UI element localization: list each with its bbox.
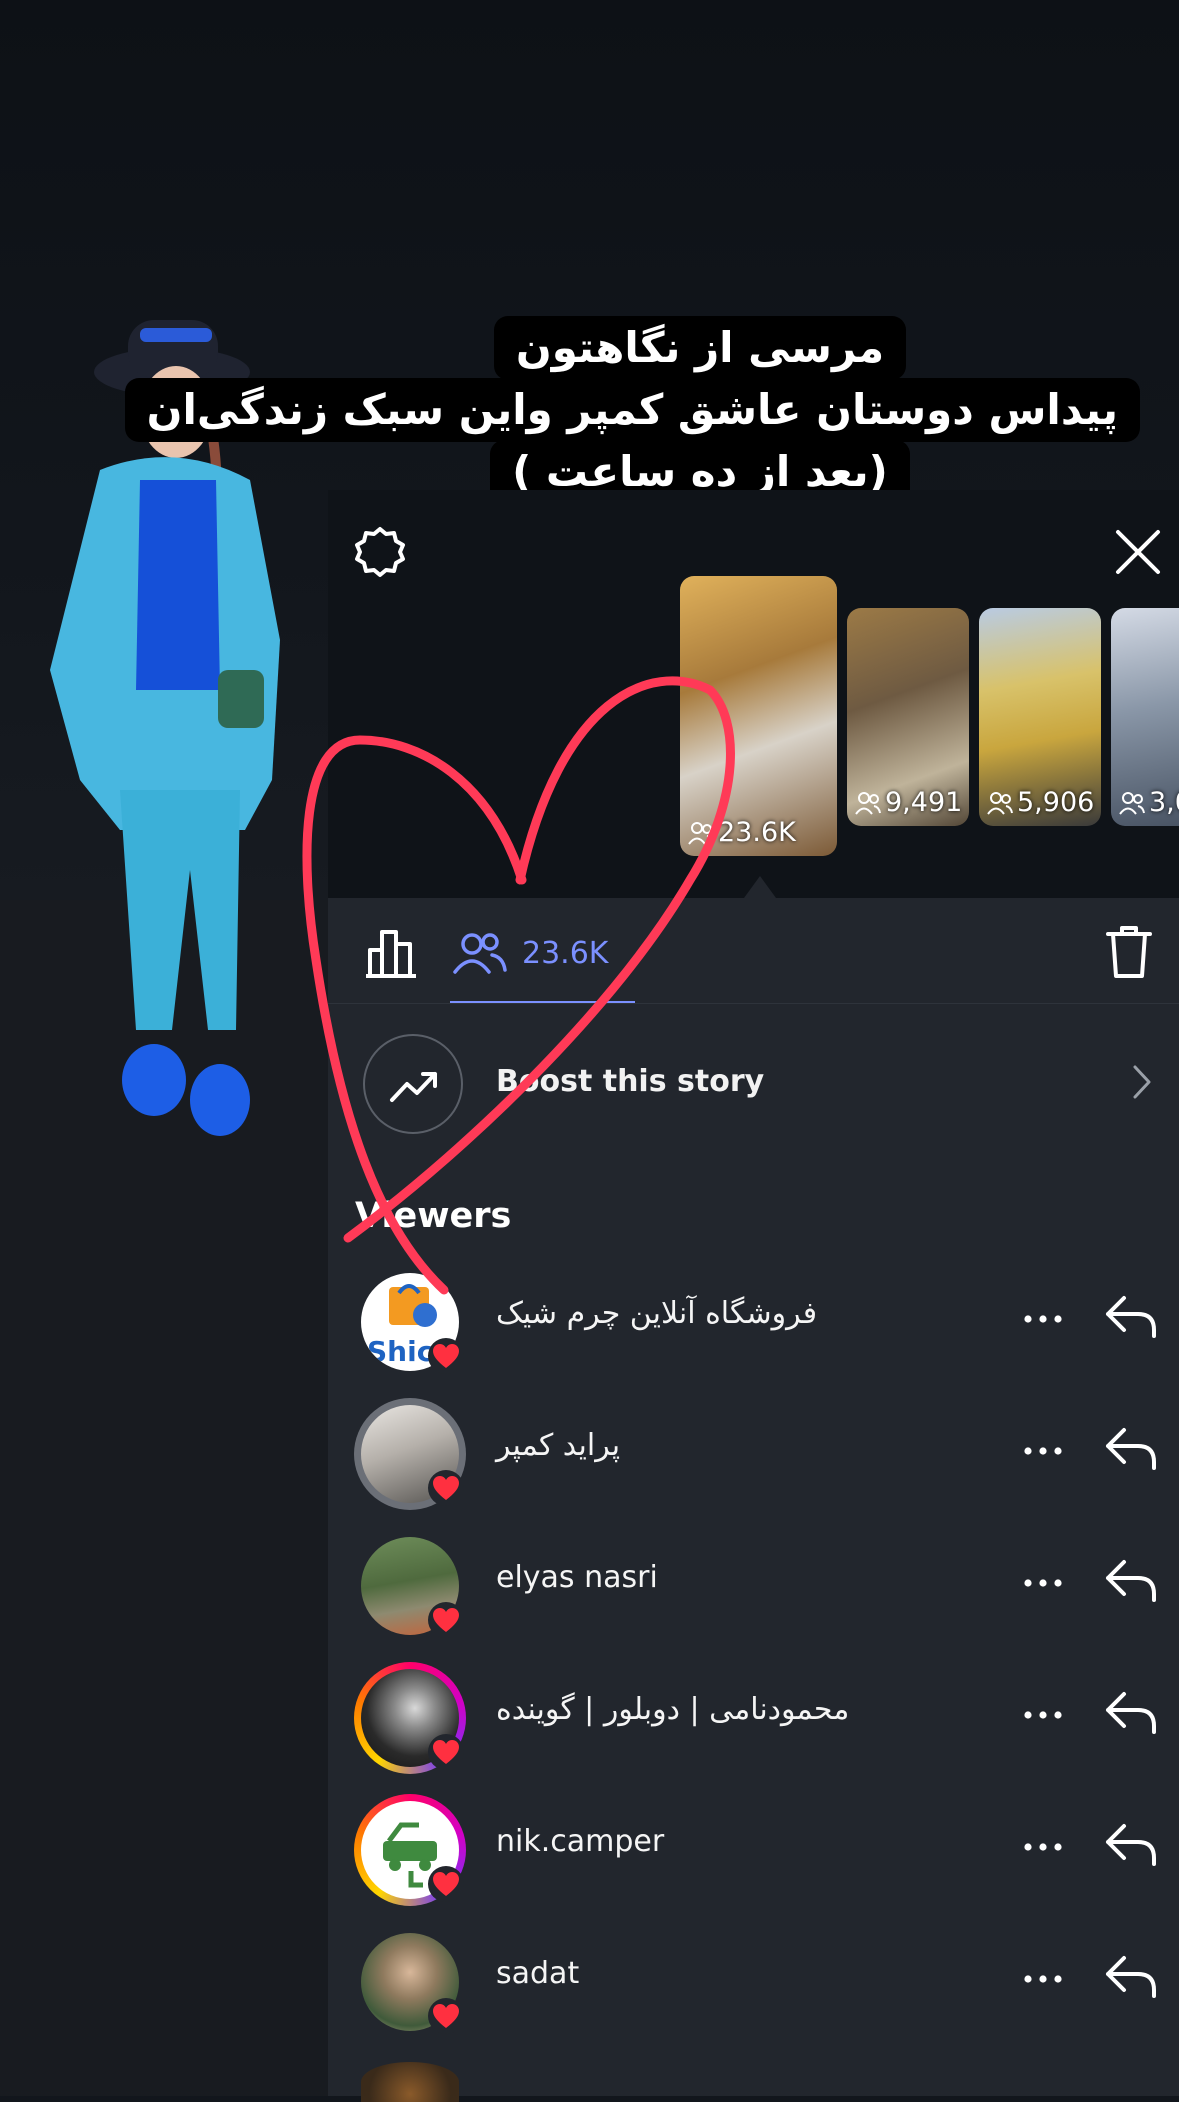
avatar-ring	[354, 1926, 466, 2038]
heart-icon	[433, 1872, 459, 1896]
reply-icon[interactable]	[1100, 1812, 1160, 1872]
viewer-name[interactable]: nik.camper	[496, 1824, 664, 1859]
avatar-text: Shic	[367, 1335, 433, 1368]
story-thumbnail-selected[interactable]: 23.6K	[680, 576, 837, 856]
people-icon	[453, 933, 507, 974]
avatar-partial	[361, 2062, 459, 2102]
boost-icon-circle	[363, 1034, 463, 1134]
story-caption: مرسی از نگاهتون پیداس دوستان عاشق کمپر و…	[124, 316, 1140, 504]
viewer-row[interactable]: پراید کمپر	[328, 1388, 1179, 1518]
settings-icon[interactable]	[352, 524, 408, 580]
like-badge	[428, 1998, 464, 2034]
reply-icon[interactable]	[1100, 1680, 1160, 1740]
boost-story-row[interactable]: Boost this story	[360, 1030, 1160, 1136]
close-icon[interactable]	[1110, 524, 1166, 580]
people-icon	[1119, 791, 1145, 815]
chevron-right-icon	[1133, 1065, 1151, 1099]
story-view-count: 3,0	[1119, 787, 1179, 818]
more-options-icon[interactable]	[1018, 1692, 1068, 1738]
viewer-name[interactable]: elyas nasri	[496, 1560, 658, 1595]
story-view-count: 23.6K	[688, 817, 796, 848]
caption-line-1: مرسی از نگاهتون	[493, 316, 907, 380]
viewer-row[interactable]: Shic فروشگاه آنلاین چرم شیک	[328, 1256, 1179, 1386]
viewer-row[interactable]: محمودنامی | دوبلور | گوینده	[328, 1652, 1179, 1782]
viewer-row[interactable]: sadat	[328, 1916, 1179, 2046]
caption-line-2: پیداس دوستان عاشق کمپر واین سبک زندگی‌ان	[124, 378, 1140, 442]
viewers-count: 23.6K	[522, 936, 609, 971]
heart-icon	[433, 2004, 459, 2028]
viewer-row[interactable]: elyas nasri	[328, 1520, 1179, 1650]
like-badge	[428, 1602, 464, 1638]
story-view-count-value: 5,906	[1017, 787, 1095, 818]
avatar-ring	[354, 1398, 466, 1510]
heart-icon	[433, 1740, 459, 1764]
story-thumbnail[interactable]: 3,0	[1111, 608, 1179, 826]
viewer-name[interactable]: محمودنامی | دوبلور | گوینده	[496, 1692, 849, 1727]
more-options-icon[interactable]	[1018, 1956, 1068, 2002]
like-badge	[428, 1734, 464, 1770]
like-badge	[428, 1470, 464, 1506]
story-view-count-value: 9,491	[885, 787, 963, 818]
viewer-name[interactable]: sadat	[496, 1956, 579, 1991]
story-view-count: 9,491	[855, 787, 962, 818]
avatar-ring	[354, 1530, 466, 1642]
like-badge	[428, 1866, 464, 1902]
trash-icon[interactable]	[1100, 922, 1158, 980]
viewer-row[interactable]: nik.camper	[328, 1784, 1179, 1914]
reply-icon[interactable]	[1100, 1944, 1160, 2004]
reply-icon[interactable]	[1100, 1284, 1160, 1344]
viewer-name[interactable]: فروشگاه آنلاین چرم شیک	[496, 1296, 817, 1331]
heart-icon	[433, 1608, 459, 1632]
viewer-name[interactable]: پراید کمپر	[496, 1428, 620, 1463]
people-icon	[987, 791, 1013, 815]
story-view-count-value: 3,0	[1149, 787, 1179, 818]
tab-divider	[328, 1003, 1179, 1004]
people-icon	[855, 791, 881, 815]
heart-icon	[433, 1476, 459, 1500]
heart-icon	[433, 1344, 459, 1368]
avatar-ring	[354, 1662, 466, 1774]
tab-viewers[interactable]: 23.6K	[450, 920, 630, 1000]
viewers-heading: Viewers	[355, 1196, 512, 1236]
story-view-count: 5,906	[987, 787, 1094, 818]
boost-label: Boost this story	[496, 1064, 765, 1099]
reply-icon[interactable]	[1100, 1416, 1160, 1476]
story-thumbnail[interactable]: 5,906	[979, 608, 1101, 826]
avatar-ring	[354, 1794, 466, 1906]
insights-icon[interactable]	[360, 920, 422, 982]
more-options-icon[interactable]	[1018, 1560, 1068, 1606]
like-badge	[428, 1338, 464, 1374]
more-options-icon[interactable]	[1018, 1428, 1068, 1474]
avatar-ring: Shic	[354, 1266, 466, 1378]
story-view-count-value: 23.6K	[718, 817, 796, 848]
trending-up-icon	[390, 1072, 437, 1102]
more-options-icon[interactable]	[1018, 1824, 1068, 1870]
selected-story-pointer	[744, 876, 776, 898]
story-thumbnail[interactable]: 9,491	[847, 608, 969, 826]
reply-icon[interactable]	[1100, 1548, 1160, 1608]
people-icon	[688, 821, 714, 845]
more-options-icon[interactable]	[1018, 1296, 1068, 1342]
